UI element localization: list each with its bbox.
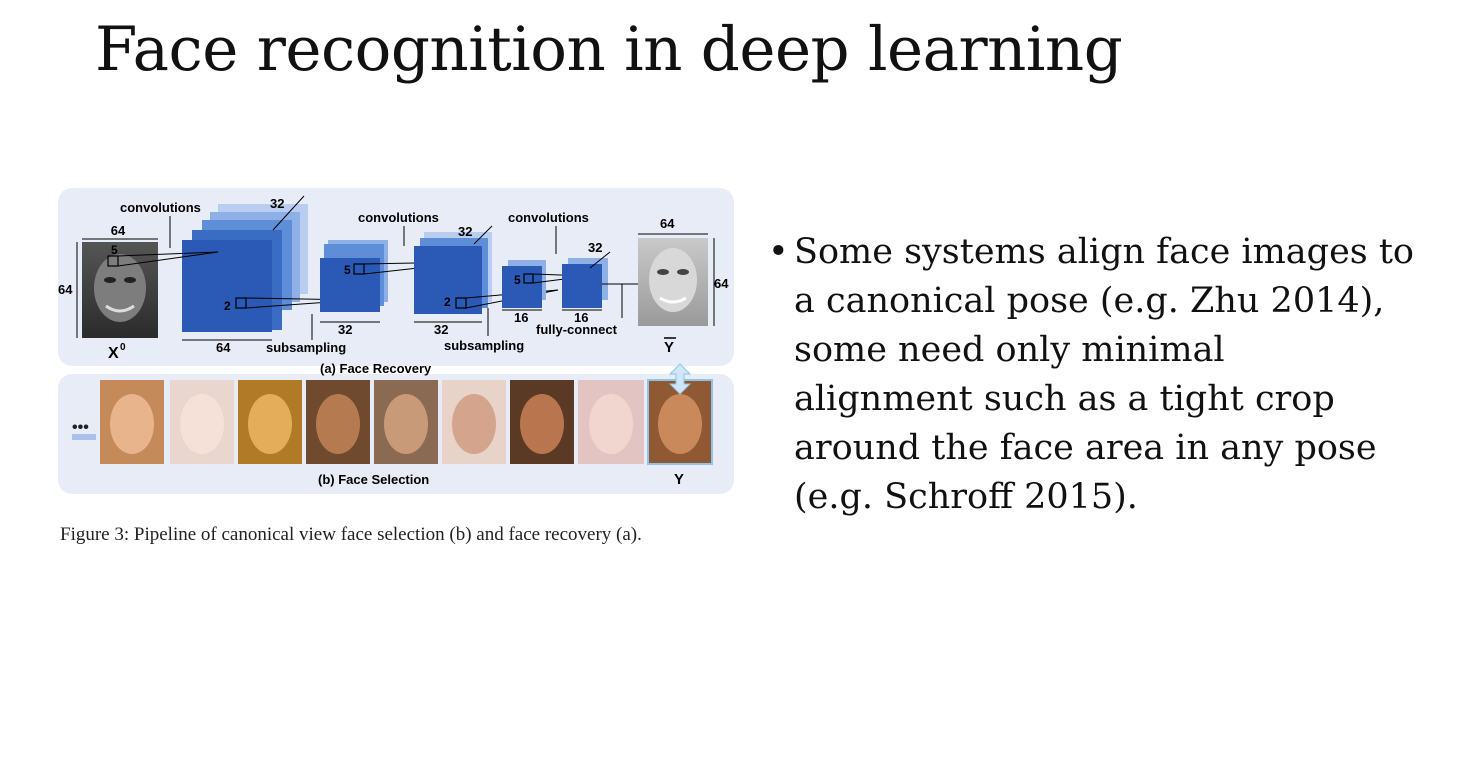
candidate-face-1	[100, 380, 164, 464]
block5-depth-label: 32	[588, 240, 602, 255]
block3-width-label: 32	[434, 322, 448, 337]
conv-block-4	[502, 260, 546, 308]
pipeline-figure: 64 64 5 X 0 convolutions 32 2 64 subsamp…	[58, 188, 734, 498]
subsampling-1-label: subsampling	[266, 340, 346, 355]
bullet-item: • Some systems align face images to a ca…	[768, 228, 1428, 522]
bullet-dot-icon: •	[768, 232, 789, 272]
block4-width-label: 16	[514, 310, 528, 325]
block4-kernel-label: 5	[514, 273, 521, 287]
bullet-line-4: alignment such as a tight crop	[794, 379, 1335, 419]
conv-block-5	[562, 258, 608, 308]
input-height-label: 64	[58, 282, 73, 297]
output-width-label: 64	[660, 216, 675, 231]
fully-connect-label: fully-connect	[536, 322, 618, 337]
bullet-line-1: Some systems align face images to	[794, 232, 1415, 272]
block1-depth-label: 32	[270, 196, 284, 211]
conv3-label: convolutions	[508, 210, 589, 225]
block2-kernel-label: 5	[344, 263, 351, 277]
input-width-label: 64	[111, 223, 126, 238]
block2-width-label: 32	[338, 322, 352, 337]
candidate-face-7	[510, 380, 574, 464]
ellipsis-marker: •••	[72, 419, 89, 436]
output-symbol: Y	[664, 339, 674, 356]
slide-title: Face recognition in deep learning	[95, 14, 1123, 85]
input-symbol: X	[108, 345, 119, 362]
bullet-line-6: (e.g. Schroff 2015).	[794, 477, 1138, 517]
output-height-label: 64	[714, 276, 729, 291]
pool1-label: 2	[224, 299, 231, 313]
input-symbol-superscript: 0	[120, 342, 126, 353]
panel-a-label: (a) Face Recovery	[320, 361, 432, 376]
bullet-list: • Some systems align face images to a ca…	[768, 228, 1428, 522]
pool2-label: 2	[444, 295, 451, 309]
block1-width-label: 64	[216, 340, 231, 355]
block3-depth-label: 32	[458, 224, 472, 239]
subsampling-2-label: subsampling	[444, 338, 524, 353]
kernel-1-label: 5	[111, 243, 118, 257]
candidate-face-8	[578, 380, 644, 464]
conv-block-2	[320, 240, 388, 312]
bullet-line-2: a canonical pose (e.g. Zhu 2014),	[794, 281, 1385, 321]
selected-symbol: Y	[674, 471, 684, 488]
bullet-line-3: some need only minimal	[794, 330, 1225, 370]
panel-b-label: (b) Face Selection	[318, 472, 429, 487]
candidate-face-2	[170, 380, 234, 464]
candidate-face-6	[442, 380, 506, 464]
bullet-line-5: around the face area in any pose	[794, 428, 1377, 468]
recovered-face-image	[638, 238, 708, 326]
conv-block-3	[414, 232, 492, 314]
figure-caption: Figure 3: Pipeline of canonical view fac…	[60, 524, 642, 545]
candidate-face-5	[374, 380, 438, 464]
conv2-label: convolutions	[358, 210, 439, 225]
candidate-face-3	[238, 380, 302, 464]
conv1-label: convolutions	[120, 200, 201, 215]
candidate-face-4	[306, 380, 370, 464]
